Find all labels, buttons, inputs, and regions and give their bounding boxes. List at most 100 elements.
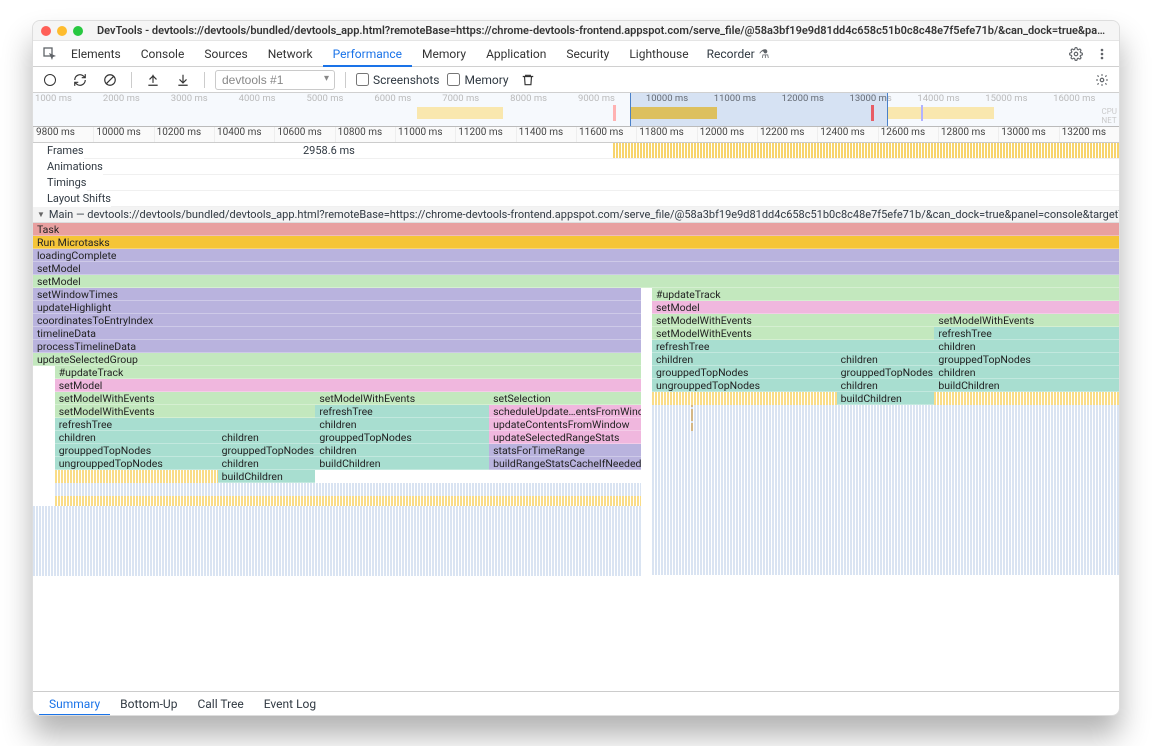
tab-elements[interactable]: Elements [61,41,131,67]
flame-buildchildren-r2[interactable]: buildChildren [934,379,1119,392]
flame-timelinedata[interactable]: timelineData [33,327,641,340]
tab-console[interactable]: Console [131,41,195,67]
tab-lighthouse[interactable]: Lighthouse [619,41,698,67]
record-button[interactable] [39,69,61,91]
flame-coordtoentry[interactable]: coordinatesToEntryIndex [33,314,641,327]
flame-children-r2[interactable]: children [934,340,1119,353]
flame-children-l2[interactable]: children [315,418,489,431]
flame-children-l1c[interactable]: children [218,457,316,470]
flame-groupped-r2[interactable]: grouppedTopNodes [934,353,1119,366]
tab-security[interactable]: Security [556,41,619,67]
overview-selection[interactable] [630,93,887,126]
flame-updatetrack[interactable]: #updateTrack [55,366,641,379]
flame-children-l1[interactable]: children [55,431,218,444]
tab-recorder-label: Recorder [707,41,755,67]
tab-recorder[interactable]: Recorder ⚗ [699,41,778,67]
tab-summary[interactable]: Summary [39,692,110,716]
flame-children-r1b[interactable]: children [837,353,935,366]
save-button[interactable] [172,69,194,91]
track-layout-shifts[interactable]: Layout Shifts [33,191,1119,207]
flame-refreshtree-r1[interactable]: refreshTree [652,340,934,353]
flame-setmodel-track[interactable]: setModel [55,379,641,392]
flame-refreshtree-l2[interactable]: refreshTree [315,405,489,418]
tab-memory[interactable]: Memory [412,41,476,67]
flame-smwe-r1[interactable]: setModelWithEvents [652,314,934,327]
flame-buildrangestatscache[interactable]: buildRangeStatsCacheIfNeeded [489,457,641,470]
flame-updatecontents[interactable]: updateContentsFromWindow [489,418,641,431]
flame-children-r2b[interactable]: children [934,366,1119,379]
flame-scheduleupdate[interactable]: scheduleUpdate…entsFromWindow [489,405,641,418]
flame-setwindowtimes[interactable]: setWindowTimes [33,288,641,301]
flame-updateselectedgroup[interactable]: updateSelectedGroup [33,353,641,366]
flame-smwe-l1[interactable]: setModelWithEvents [55,392,316,405]
garbage-button[interactable] [517,69,539,91]
flame-ungroupped-r1[interactable]: ungrouppedTopNodes [652,379,837,392]
flame-children-r1[interactable]: children [652,353,837,366]
flame-statsfortimerange[interactable]: statsForTimeRange [489,444,641,457]
tab-sources[interactable]: Sources [194,41,257,67]
tab-bottom-up[interactable]: Bottom-Up [110,692,187,716]
track-frames[interactable]: Frames 2958.6 ms [33,143,1119,159]
flame-updatetrack-r[interactable]: #updateTrack [652,288,1119,301]
overview-timeline[interactable]: 1000 ms2000 ms3000 ms4000 ms 5000 ms6000… [33,93,1119,127]
window-title: DevTools - devtools://devtools/bundled/d… [97,24,1111,37]
zoom-icon[interactable] [73,26,83,36]
flame-groupped-r1[interactable]: grouppedTopNodes [652,366,837,379]
tab-event-log[interactable]: Event Log [254,692,326,716]
clear-button[interactable] [99,69,121,91]
minimize-icon[interactable] [57,26,67,36]
reload-button[interactable] [69,69,91,91]
flame-children-l2b[interactable]: children [315,444,489,457]
flame-updatehighlight[interactable]: updateHighlight [33,301,641,314]
screenshots-checkbox-input[interactable] [356,73,369,86]
memory-checkbox-input[interactable] [447,73,460,86]
flame-loadingcomplete[interactable]: loadingComplete [33,249,1119,262]
flame-smwe-r2[interactable]: setModelWithEvents [934,314,1119,327]
detail-tabs: Summary Bottom-Up Call Tree Event Log [33,691,1119,715]
flame-run-microtasks[interactable]: Run Microtasks [33,236,1119,249]
flame-smwe-l1b[interactable]: setModelWithEvents [55,405,316,418]
flame-setselection[interactable]: setSelection [489,392,641,405]
load-button[interactable] [142,69,164,91]
flame-setmodel2[interactable]: setModel [33,275,1119,288]
flame-chart[interactable]: Task Run Microtasks loadingComplete setM… [33,223,1119,691]
track-timings[interactable]: ▶ Timings [33,175,1119,191]
frames-time: 2958.6 ms [303,143,355,159]
flame-groupped-l1b[interactable]: grouppedTopNodes [218,444,316,457]
flame-setmodel-r[interactable]: setModel [652,301,1119,314]
inspect-icon[interactable] [39,43,61,65]
tab-performance[interactable]: Performance [323,41,412,67]
flame-smwe-r1b[interactable]: setModelWithEvents [652,327,934,340]
flame-groupped-l2[interactable]: grouppedTopNodes [315,431,489,444]
flame-ungroupped-l1[interactable]: ungrouppedTopNodes [55,457,218,470]
tab-network[interactable]: Network [258,41,323,67]
flame-task[interactable]: Task [33,223,1119,236]
frames-strip [613,143,1119,158]
close-icon[interactable] [41,26,51,36]
flame-processtimelinedata[interactable]: processTimelineData [33,340,641,353]
tab-application[interactable]: Application [476,41,556,67]
flame-buildchildren-r1b[interactable]: buildChildren [837,392,935,405]
more-icon[interactable] [1091,43,1113,65]
settings-icon[interactable] [1065,43,1087,65]
perf-toolbar: devtools #1 Screenshots Memory [33,67,1119,93]
flame-buildchildren-l1b[interactable]: buildChildren [218,470,316,483]
flame-buildchildren-l2[interactable]: buildChildren [315,457,489,470]
flame-groupped-r1b[interactable]: grouppedTopNodes [837,366,935,379]
panel-settings-icon[interactable] [1091,69,1113,91]
screenshots-checkbox[interactable]: Screenshots [356,73,439,87]
track-animations[interactable]: ▶ Animations [33,159,1119,175]
flame-updaterangestats[interactable]: updateSelectedRangeStats [489,431,641,444]
context-select[interactable]: devtools #1 [215,70,335,90]
flame-refreshtree-r2[interactable]: refreshTree [934,327,1119,340]
flame-children-r1c[interactable]: children [837,379,935,392]
flame-groupped-l1[interactable]: grouppedTopNodes [55,444,218,457]
collapse-icon[interactable]: ▼ [37,210,45,219]
memory-checkbox[interactable]: Memory [447,73,508,87]
tab-call-tree[interactable]: Call Tree [187,692,253,716]
track-main-header[interactable]: ▼ Main — devtools://devtools/bundled/dev… [33,207,1119,223]
flame-refreshtree-l1[interactable]: refreshTree [55,418,316,431]
flame-setmodel[interactable]: setModel [33,262,1119,275]
flame-children-l1b[interactable]: children [218,431,316,444]
flame-smwe-l2[interactable]: setModelWithEvents [315,392,489,405]
